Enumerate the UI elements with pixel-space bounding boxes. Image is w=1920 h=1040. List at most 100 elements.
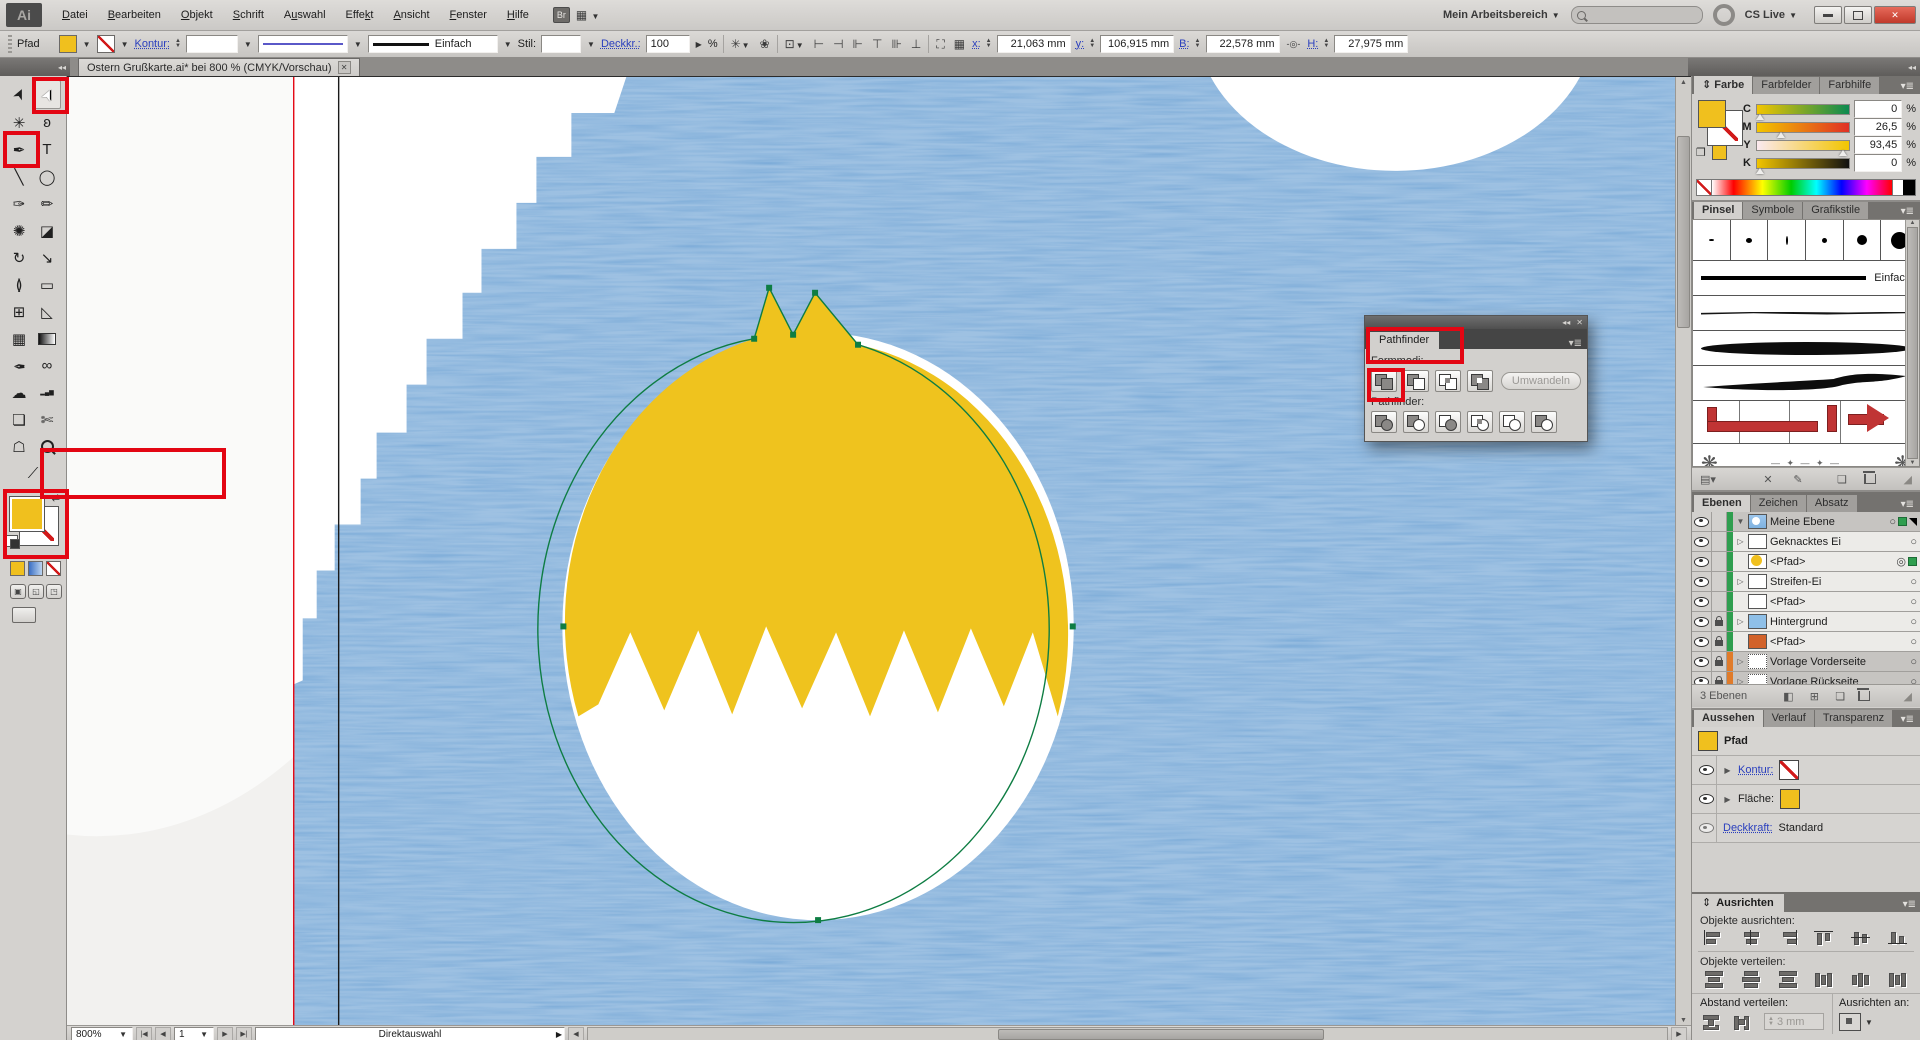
selection-tool[interactable]: ➤ <box>5 80 33 107</box>
panel-resize-grip[interactable]: ◢ <box>1904 473 1912 486</box>
panel-resize-grip[interactable]: ◢ <box>1904 690 1912 703</box>
pen-tool[interactable]: ✒ <box>5 136 33 163</box>
visibility-eye-toggle[interactable] <box>1692 532 1712 551</box>
layer-name[interactable]: Vorlage Vorderseite <box>1770 656 1866 668</box>
in-gamut-swatch[interactable] <box>1712 145 1727 160</box>
perspective-grid-tool[interactable]: ◺ <box>33 298 61 325</box>
transform-icon[interactable]: ⛶ <box>934 37 946 52</box>
x-label[interactable]: x: <box>972 38 981 50</box>
visibility-eye-icon[interactable] <box>1699 823 1714 833</box>
layer-thumbnail[interactable] <box>1748 614 1767 629</box>
style-select[interactable] <box>541 35 581 53</box>
trim-button[interactable] <box>1403 411 1429 433</box>
delete-layer-icon[interactable] <box>1858 691 1870 701</box>
appearance-opacity-row[interactable]: Deckkraft: Standard <box>1692 814 1920 843</box>
brushes-scrollbar[interactable]: ▲▼ <box>1905 220 1919 466</box>
none-mode-button[interactable] <box>46 561 61 576</box>
target-circle-icon[interactable]: ○ <box>1910 636 1917 648</box>
layer-row-9[interactable]: ▷Vorlage Rückseite○ <box>1692 672 1920 684</box>
visibility-eye-toggle[interactable] <box>1692 552 1712 571</box>
lasso-tool[interactable]: ʚ <box>33 109 61 136</box>
align-vertical-bottom-button[interactable] <box>1886 930 1910 946</box>
blend-tool[interactable]: ∞ <box>33 352 61 379</box>
height-field[interactable]: 27,975 mm <box>1334 35 1408 53</box>
brushes-panel-menu-icon[interactable]: ▾≣ <box>1897 206 1918 219</box>
width-spinner[interactable]: ▲▼ <box>1195 39 1201 49</box>
opacity-slider-icon[interactable]: ▶ <box>695 40 703 49</box>
tab-symbole[interactable]: Symbole <box>1743 202 1802 219</box>
channel-value-field[interactable]: 0 <box>1854 100 1902 118</box>
y-spinner[interactable]: ▲▼ <box>1089 39 1095 49</box>
tab-verlauf[interactable]: Verlauf <box>1764 710 1814 727</box>
knife-tool[interactable]: ⟋ <box>5 460 61 487</box>
target-circle-icon[interactable]: ○ <box>1910 656 1917 668</box>
expand-icon[interactable]: ▶ <box>1723 795 1732 804</box>
spacing-value-field[interactable]: ▲▼3 mm <box>1764 1013 1824 1030</box>
visibility-eye-toggle[interactable] <box>1692 672 1712 684</box>
collapse-toolbar-button[interactable]: ◂◂ <box>0 58 70 76</box>
align-to-dropdown-icon[interactable]: ▼ <box>1864 1018 1874 1027</box>
layer-thumbnail[interactable] <box>1748 574 1767 589</box>
stroke-weight-spinner[interactable]: ▲▼ <box>175 39 181 49</box>
search-input[interactable] <box>1571 6 1703 24</box>
tab-zeichen[interactable]: Zeichen <box>1751 495 1806 512</box>
vertical-scroll-thumb[interactable] <box>1677 136 1690 328</box>
expand-icon[interactable]: ▷ <box>1736 577 1745 586</box>
slider-marker-icon[interactable] <box>1839 146 1847 156</box>
channel-value-field[interactable]: 93,45 <box>1854 136 1902 154</box>
lock-toggle[interactable] <box>1712 672 1727 684</box>
document-tab[interactable]: Ostern Grußkarte.ai* bei 800 % (CMYK/Vor… <box>78 58 360 76</box>
visibility-eye-toggle[interactable] <box>1692 632 1712 651</box>
expand-icon[interactable]: ▷ <box>1736 657 1745 666</box>
draw-inside-button[interactable]: ◳ <box>46 584 62 599</box>
layer-row-7[interactable]: <Pfad>○ <box>1692 632 1920 652</box>
lock-toggle[interactable] <box>1712 632 1727 651</box>
ellipse-tool[interactable]: ◯ <box>33 163 61 190</box>
menu-item-fenster[interactable]: Fenster <box>440 5 497 25</box>
make-clipping-mask-icon[interactable]: ◧ <box>1780 690 1796 703</box>
align-horizontal-right-button[interactable] <box>1776 930 1800 946</box>
layer-thumbnail[interactable] <box>1748 514 1767 529</box>
tab-farbe[interactable]: ⇕ Farbe <box>1694 76 1752 94</box>
layer-row-2[interactable]: ▷Geknacktes Ei○ <box>1692 532 1920 552</box>
color-spectrum-bar[interactable] <box>1696 179 1916 196</box>
tab-aussehen[interactable]: Aussehen <box>1694 710 1763 727</box>
brush-definition-dropdown-icon[interactable]: ▼ <box>503 40 513 49</box>
appearance-stroke-row[interactable]: ▶ Kontur: <box>1692 756 1920 785</box>
layer-name[interactable]: Meine Ebene <box>1770 516 1835 528</box>
layer-row-1[interactable]: ▼Meine Ebene○ <box>1692 512 1920 532</box>
width-label[interactable]: B: <box>1179 38 1189 50</box>
tab-farbfelder[interactable]: Farbfelder <box>1753 77 1819 94</box>
tab-ebenen[interactable]: Ebenen <box>1694 495 1750 512</box>
stroke-none-swatch[interactable] <box>1779 760 1799 780</box>
stroke-weight-field[interactable] <box>186 35 238 53</box>
layer-name[interactable]: Vorlage Rückseite <box>1770 676 1859 685</box>
target-circle-icon[interactable]: ○ <box>1910 576 1917 588</box>
new-brush-icon[interactable]: ❏ <box>1834 473 1850 486</box>
paintbrush-tool[interactable]: ✑ <box>5 190 33 217</box>
draw-behind-button[interactable]: ◱ <box>28 584 44 599</box>
channel-slider[interactable] <box>1756 104 1850 115</box>
crop-button[interactable] <box>1467 411 1493 433</box>
stroke-color-swatch[interactable] <box>97 35 115 53</box>
tab-grafikstile[interactable]: Grafikstile <box>1803 202 1868 219</box>
calligraphic-brush-2[interactable] <box>1731 220 1769 260</box>
merge-button[interactable] <box>1435 411 1461 433</box>
pathfinder-close-icon[interactable]: ✕ <box>1576 318 1583 327</box>
workspace-switcher[interactable]: Mein Arbeitsbereich ▼ <box>1443 9 1561 21</box>
swap-fill-stroke-icon[interactable]: ⇄ <box>52 493 60 504</box>
remove-brush-stroke-icon[interactable]: ✕ <box>1760 473 1776 486</box>
layer-name[interactable]: Streifen-Ei <box>1770 576 1821 588</box>
layer-row-4[interactable]: ▷ Streifen-Ei ○ <box>1692 572 1920 592</box>
scale-tool[interactable]: ↘ <box>33 244 61 271</box>
column-graph-tool[interactable]: ▂▄▆ <box>33 379 61 406</box>
spectrum-ramp[interactable] <box>1712 180 1892 195</box>
calligraphic-brush-3[interactable] <box>1768 220 1806 260</box>
color-panel-menu-icon[interactable]: ▾≣ <box>1897 81 1918 94</box>
stroke-weight-dropdown-icon[interactable]: ▼ <box>243 40 253 49</box>
arrange-documents-button[interactable]: ▦ ▼ <box>574 8 603 22</box>
target-circle-icon[interactable]: ◎ <box>1896 555 1906 568</box>
menu-item-ansicht[interactable]: Ansicht <box>383 5 439 25</box>
channel-slider[interactable] <box>1756 158 1850 169</box>
align-to-selection-icon[interactable]: ⊡▼ <box>783 37 807 51</box>
